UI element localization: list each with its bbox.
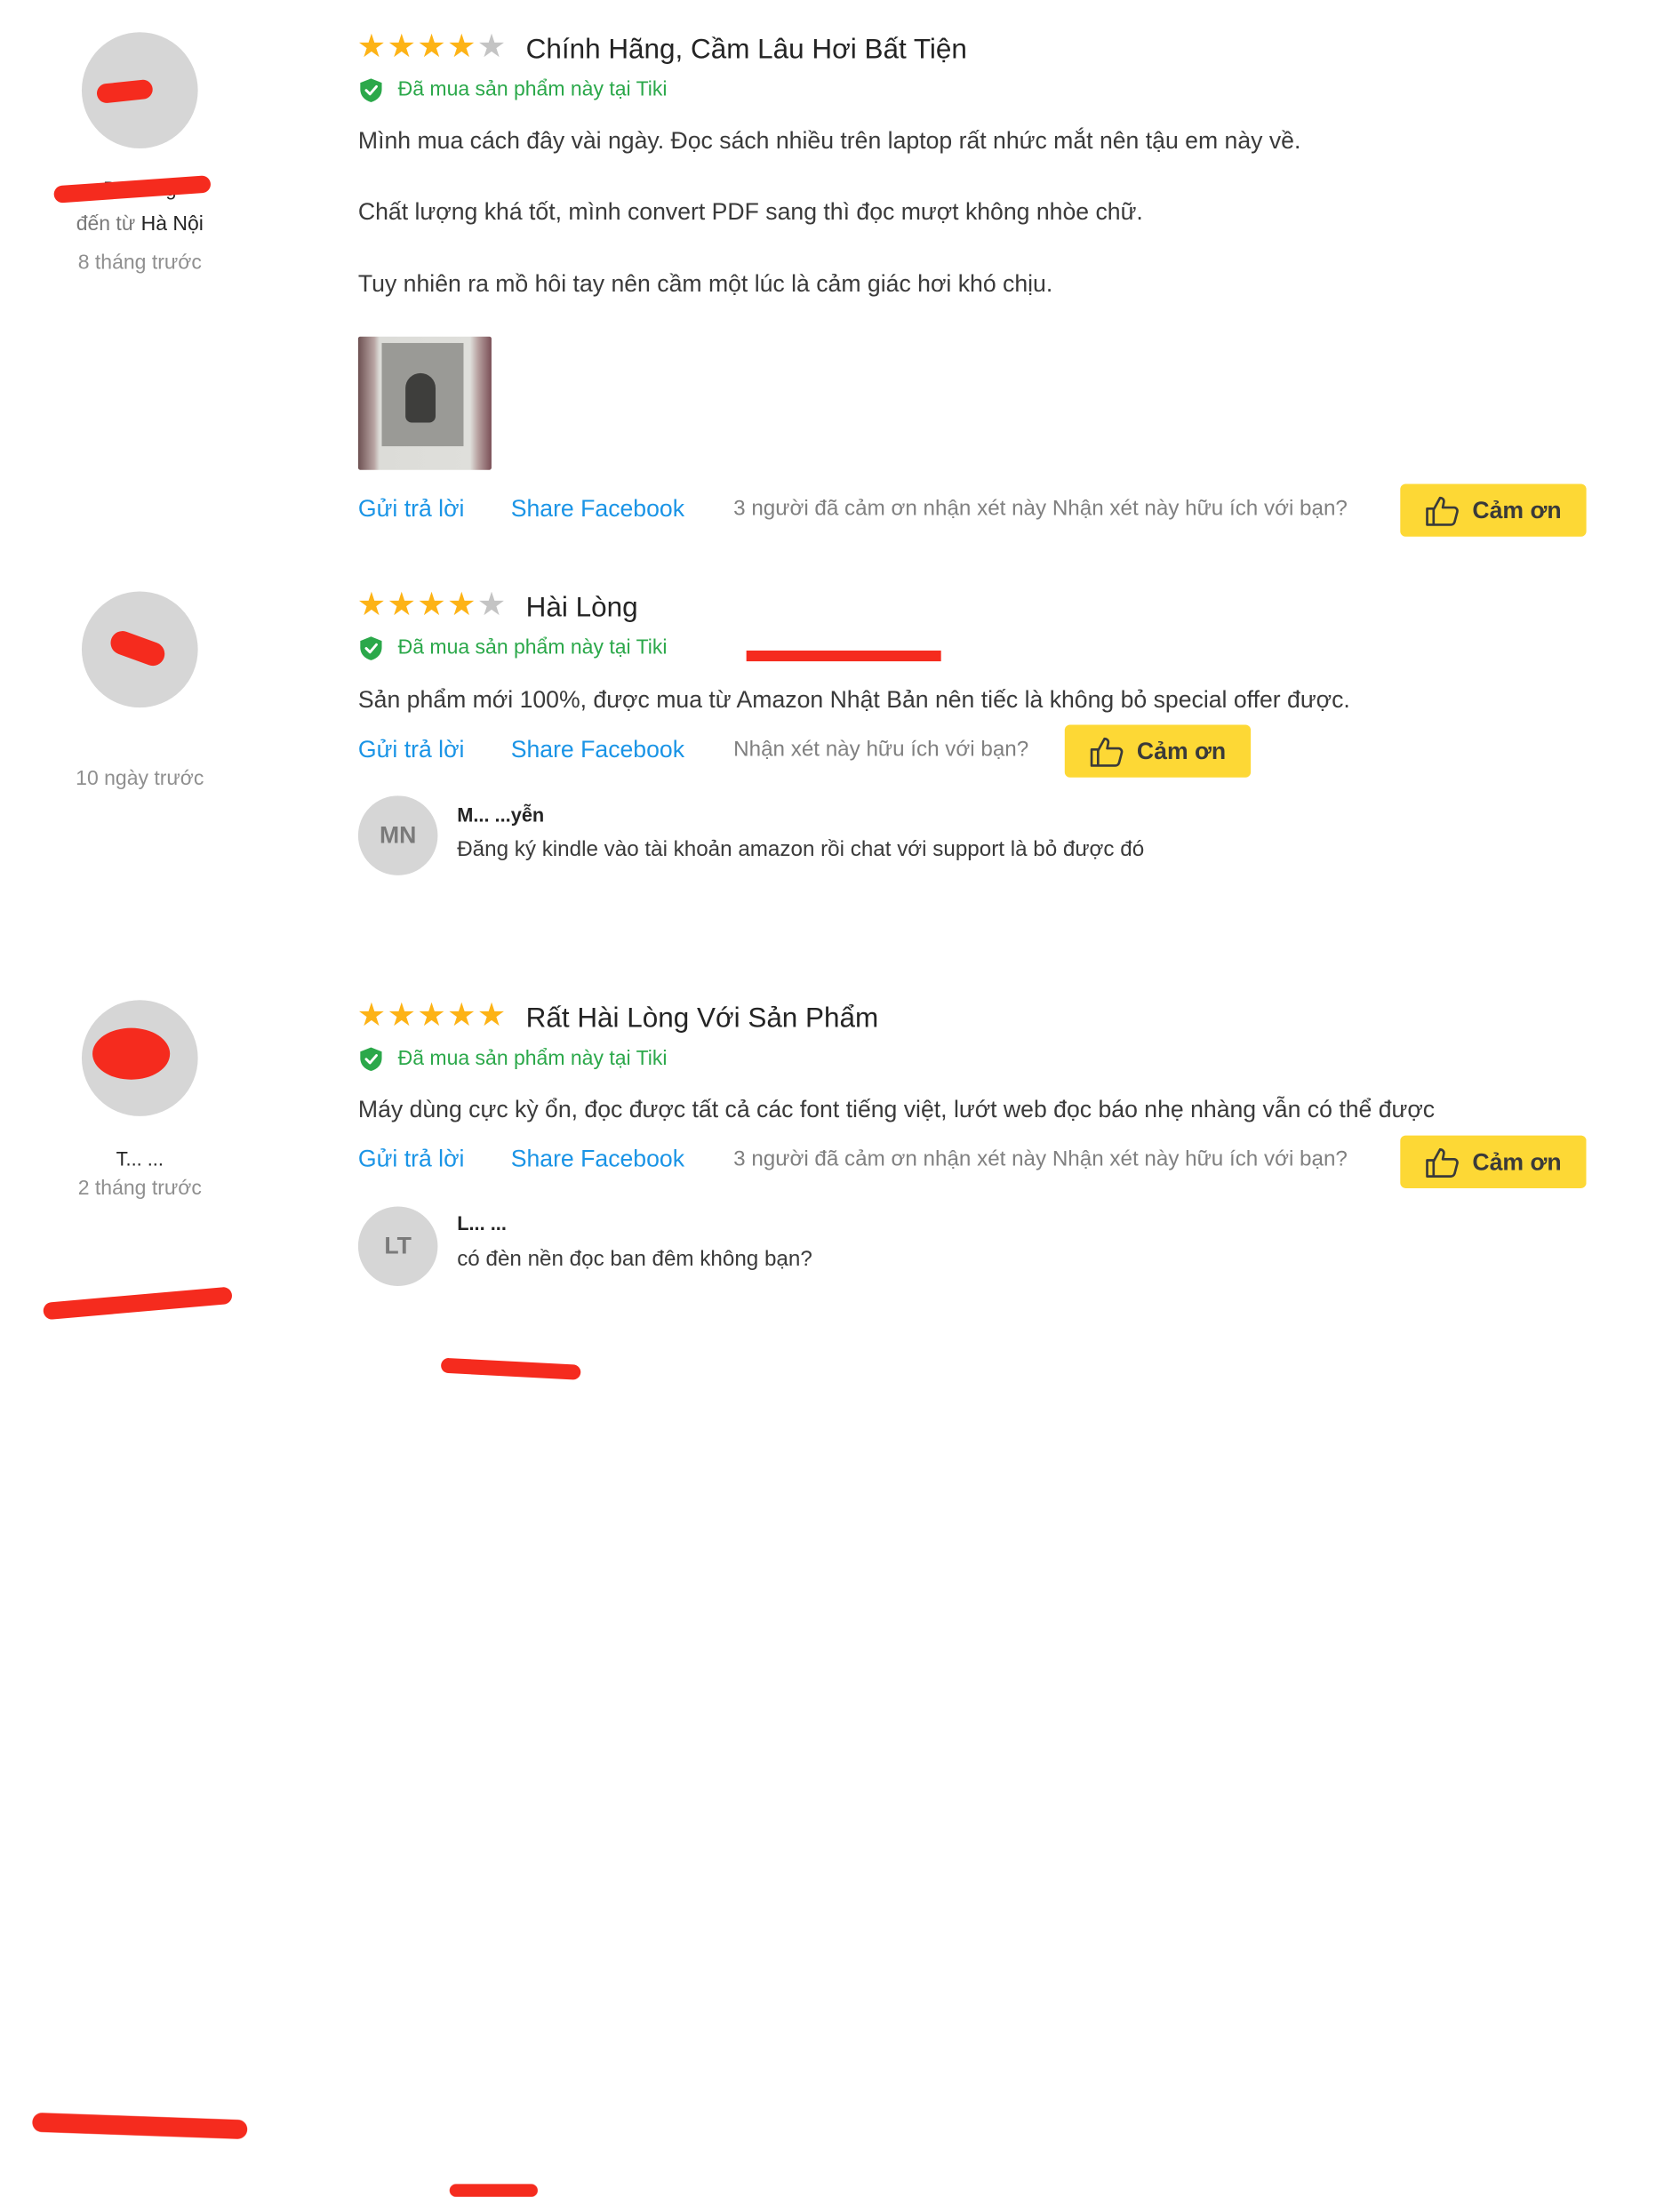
thumbs-up-icon xyxy=(1426,496,1459,526)
review-paragraph: Sản phẩm mới 100%, được mua từ Amazon Nh… xyxy=(357,685,1350,714)
reply-text: Đăng ký kindle vào tài khoản amazon rồi … xyxy=(457,837,1145,862)
verified-label: Đã mua sản phẩm này tại Tiki xyxy=(397,78,668,101)
helpful-text: 3 người đã cảm ơn nhận xét này Nhận xét … xyxy=(733,1146,1348,1171)
redaction-mark xyxy=(449,2184,538,2197)
redaction-mark xyxy=(92,1027,171,1080)
rating-stars: ★ ★ ★ ★ ★ xyxy=(356,587,507,623)
star-icon: ★ xyxy=(356,587,387,623)
review-item: D... ...ng đến từ Hà Nội 8 tháng trước ★… xyxy=(0,0,1680,559)
shield-check-icon xyxy=(360,78,382,102)
thumbs-up-icon xyxy=(1426,1147,1459,1178)
review-title: Rất Hài Lòng Với Sản Phẩm xyxy=(525,1001,879,1034)
star-icon: ★ xyxy=(476,587,507,623)
helpful-text: 3 người đã cảm ơn nhận xét này Nhận xét … xyxy=(733,496,1348,521)
review-item: T... ... 2 tháng trước ★ ★ ★ ★ ★ Rất Hài… xyxy=(0,968,1680,2197)
star-icon: ★ xyxy=(387,997,417,1034)
star-icon: ★ xyxy=(446,587,476,623)
reply-avatar: MN xyxy=(357,795,438,875)
star-icon: ★ xyxy=(356,997,387,1034)
redaction-mark xyxy=(440,1357,581,1380)
star-icon: ★ xyxy=(446,997,476,1034)
thanks-button[interactable]: Cảm ơn xyxy=(1064,724,1252,778)
thanks-button[interactable]: Cảm ơn xyxy=(1400,1135,1587,1188)
verified-label: Đã mua sản phẩm này tại Tiki xyxy=(397,636,668,659)
star-icon: ★ xyxy=(387,28,417,65)
review-time: 2 tháng trước xyxy=(77,1177,202,1201)
avatar xyxy=(81,591,198,708)
redaction-mark xyxy=(31,2112,248,2140)
kindle-figure xyxy=(405,372,436,423)
review-item: 10 ngày trước ★ ★ ★ ★ ★ Hài Lòng Đã mua … xyxy=(0,559,1680,1380)
avatar xyxy=(81,32,198,148)
rating-stars: ★ ★ ★ ★ ★ xyxy=(357,1000,507,1032)
author-name: T... ... xyxy=(116,1148,164,1170)
reviews-list: D... ...ng đến từ Hà Nội 8 tháng trước ★… xyxy=(0,0,1680,2197)
review-paragraph: Chất lượng khá tốt, mình convert PDF san… xyxy=(357,197,1143,225)
verified-purchase: Đã mua sản phẩm này tại Tiki xyxy=(359,635,667,661)
thanks-button[interactable]: Cảm ơn xyxy=(1400,483,1587,537)
redaction-mark xyxy=(107,627,168,669)
helpful-text: Nhận xét này hữu ích với bạn? xyxy=(733,737,1029,762)
thumbs-up-icon xyxy=(1090,737,1124,767)
reply-author-name: M... ...yễn xyxy=(457,804,545,827)
star-icon: ★ xyxy=(476,28,507,65)
review-time: 10 ngày trước xyxy=(76,767,204,791)
verified-purchase: Đã mua sản phẩm này tại Tiki xyxy=(359,1046,667,1072)
reply-avatar: LT xyxy=(357,1206,438,1287)
thanks-label: Cảm ơn xyxy=(1136,737,1227,764)
star-icon: ★ xyxy=(417,28,446,65)
avatar xyxy=(81,1000,198,1116)
city-prefix: đến từ xyxy=(76,212,136,236)
share-facebook-link[interactable]: Share Facebook xyxy=(511,736,684,763)
share-facebook-link[interactable]: Share Facebook xyxy=(511,495,684,523)
star-icon: ★ xyxy=(476,997,507,1034)
review-paragraph: Mình mua cách đây vài ngày. Đọc sách nhi… xyxy=(357,126,1301,155)
shield-check-icon xyxy=(360,1047,382,1072)
star-icon: ★ xyxy=(417,997,446,1034)
review-paragraph: Máy dùng cực kỳ ổn, đọc được tất cả các … xyxy=(357,1095,1436,1123)
reply-link[interactable]: Gửi trả lời xyxy=(358,736,465,763)
share-facebook-link[interactable]: Share Facebook xyxy=(511,1146,684,1173)
review-title: Hài Lòng xyxy=(525,590,638,623)
review-photo-thumbnail[interactable] xyxy=(357,336,492,470)
review-paragraph: Tuy nhiên ra mồ hôi tay nên cầm một lúc … xyxy=(357,269,1053,297)
redaction-mark xyxy=(95,78,154,104)
thanks-label: Cảm ơn xyxy=(1472,496,1562,523)
redaction-mark xyxy=(746,650,941,662)
verified-purchase: Đã mua sản phẩm này tại Tiki xyxy=(359,77,667,103)
star-icon: ★ xyxy=(417,587,446,623)
reply-link[interactable]: Gửi trả lời xyxy=(358,495,465,523)
rating-stars: ★ ★ ★ ★ ★ xyxy=(356,28,507,65)
thanks-label: Cảm ơn xyxy=(1472,1147,1562,1175)
star-icon: ★ xyxy=(446,28,476,65)
reply-author-name: L... ... xyxy=(457,1212,507,1234)
author-city: đến từ Hà Nội xyxy=(0,213,280,237)
reply-link[interactable]: Gửi trả lời xyxy=(358,1146,465,1173)
shield-check-icon xyxy=(360,636,382,660)
review-title: Chính Hãng, Cầm Lâu Hơi Bất Tiện xyxy=(525,32,967,65)
city-name: Hà Nội xyxy=(140,212,204,236)
reply-text: có đèn nền đọc ban đêm không bạn? xyxy=(457,1247,812,1272)
verified-label: Đã mua sản phẩm này tại Tiki xyxy=(397,1047,668,1070)
star-icon: ★ xyxy=(356,28,387,65)
star-icon: ★ xyxy=(387,587,417,623)
review-time: 8 tháng trước xyxy=(77,252,202,275)
